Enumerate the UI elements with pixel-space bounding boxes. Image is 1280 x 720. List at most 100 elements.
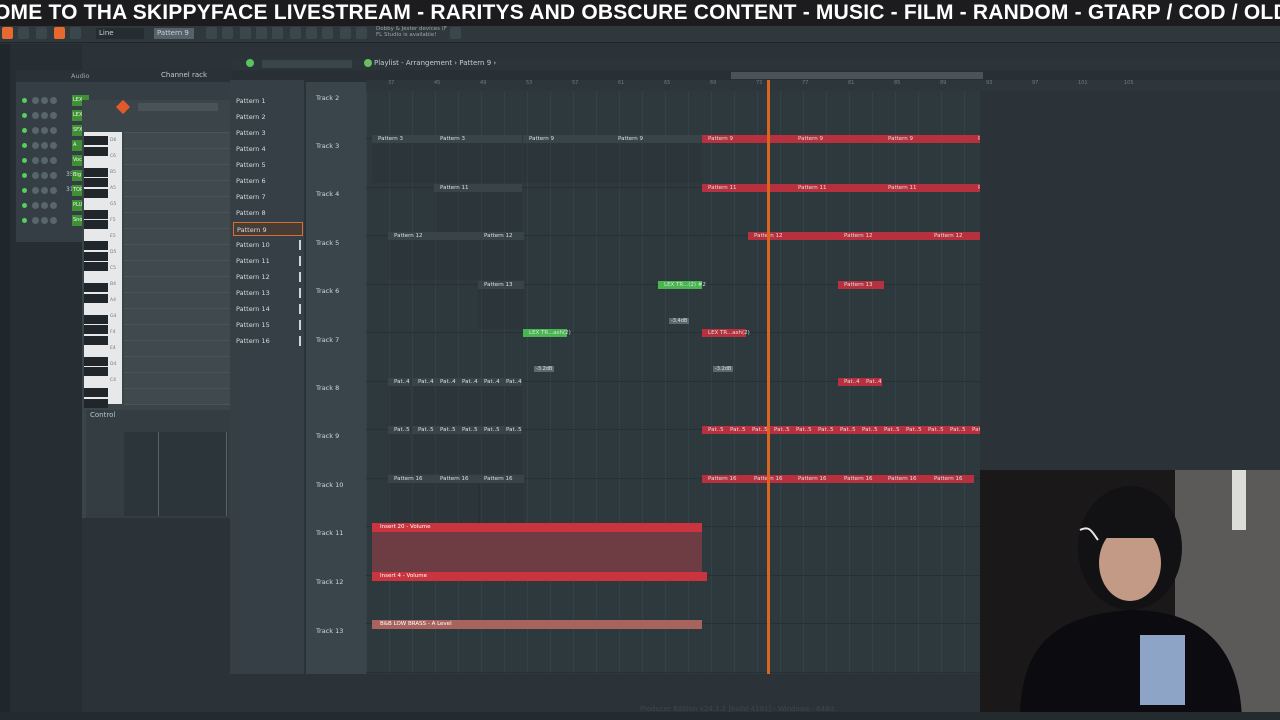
playhead[interactable]: [767, 80, 770, 674]
clip[interactable]: Pat..5: [812, 426, 834, 474]
black-key[interactable]: [84, 251, 108, 261]
clip[interactable]: Pattern 11: [792, 183, 882, 232]
globe-icon[interactable]: [450, 27, 461, 39]
black-key[interactable]: [84, 220, 108, 229]
black-key[interactable]: [84, 262, 108, 271]
channel-led-icon[interactable]: [22, 143, 27, 148]
channel-knob-icon[interactable]: [32, 157, 39, 164]
clip[interactable]: Pattern 9: [792, 135, 882, 183]
channel-led-icon[interactable]: [22, 173, 27, 178]
black-key[interactable]: [84, 325, 108, 334]
draw-tool-icon[interactable]: [54, 27, 65, 39]
channel-knob-icon[interactable]: [41, 217, 48, 224]
channel-knob-icon[interactable]: [41, 112, 48, 119]
mic-icon[interactable]: [356, 27, 367, 39]
pattern-item[interactable]: Pattern 13: [233, 286, 303, 300]
track-name[interactable]: Track 8: [316, 384, 339, 392]
clip[interactable]: Pattern 3: [434, 135, 522, 183]
black-key[interactable]: [84, 335, 108, 345]
channel-led-icon[interactable]: [22, 128, 27, 133]
clip[interactable]: Pattern 16: [434, 474, 480, 523]
playlist-icon[interactable]: [206, 27, 217, 39]
clip[interactable]: Pat..5: [834, 426, 856, 474]
clip[interactable]: Pattern 16: [882, 474, 928, 523]
clip[interactable]: Pat..5: [900, 426, 922, 474]
menu-icon[interactable]: [2, 27, 13, 39]
clip[interactable]: Pat..4: [456, 377, 478, 426]
playlist-led-icon[interactable]: [246, 59, 254, 67]
channel-knob-icon[interactable]: [41, 172, 48, 179]
clip[interactable]: Pat..5: [922, 426, 944, 474]
piano-roll-tools[interactable]: [138, 103, 218, 111]
clip[interactable]: Pat..5: [456, 426, 478, 474]
clip[interactable]: Pat..4: [434, 377, 456, 426]
clip[interactable]: Pat..5: [790, 426, 812, 474]
clip[interactable]: Pattern 11: [882, 183, 972, 232]
channel-led-icon[interactable]: [22, 203, 27, 208]
pattern-item[interactable]: Pattern 1: [233, 94, 303, 108]
channel-led-icon[interactable]: [22, 98, 27, 103]
clip[interactable]: Pattern 12: [748, 232, 838, 280]
pattern-item[interactable]: Pattern 2: [233, 110, 303, 124]
tempo-icon[interactable]: [322, 27, 333, 39]
channel-knob-icon[interactable]: [50, 217, 57, 224]
clip[interactable]: Pat..5: [878, 426, 900, 474]
channel-knob-icon[interactable]: [32, 172, 39, 179]
channel-knob-icon[interactable]: [32, 187, 39, 194]
black-key[interactable]: [84, 209, 108, 219]
automation-clip[interactable]: Insert 4 - Volume: [372, 571, 707, 581]
playlist-lanes[interactable]: Pattern 3 Pattern 3 Pattern 9 Pattern 9 Patt…: [366, 91, 980, 674]
clip[interactable]: Pattern 16: [702, 474, 748, 523]
channel-knob-icon[interactable]: [50, 127, 57, 134]
black-key[interactable]: [84, 167, 108, 177]
clip[interactable]: Pat..4: [388, 377, 410, 426]
clip[interactable]: Pat..4: [500, 377, 522, 426]
pattern-item[interactable]: Pattern 7: [233, 190, 303, 204]
channel-knob-icon[interactable]: [50, 172, 57, 179]
black-key[interactable]: [84, 398, 108, 408]
automation-clip[interactable]: B&B LOW BRASS - A Level: [372, 620, 702, 629]
clip[interactable]: Pat..5: [500, 426, 522, 474]
black-key[interactable]: [84, 241, 108, 250]
clip[interactable]: Pattern 9: [612, 135, 702, 183]
clip[interactable]: Pattern 16: [928, 474, 974, 523]
clip[interactable]: Pat..4: [838, 377, 860, 426]
note-grid[interactable]: [124, 132, 230, 405]
clip[interactable]: Pattern 13: [838, 280, 884, 329]
piano-roll-icon[interactable]: [256, 27, 267, 39]
automation-clip[interactable]: Insert 20 - Volume: [372, 523, 702, 532]
clip[interactable]: Pattern 12: [838, 232, 928, 280]
track-name[interactable]: Track 11: [316, 529, 343, 537]
channel-knob-icon[interactable]: [32, 217, 39, 224]
track-name[interactable]: Track 10: [316, 481, 343, 489]
pattern-item[interactable]: Pattern 6: [233, 174, 303, 188]
clip[interactable]: Pat..5: [966, 426, 980, 474]
pattern-item[interactable]: Pattern 11: [233, 254, 303, 268]
clip[interactable]: Pattern 16: [792, 474, 838, 523]
cpu-icon[interactable]: [306, 27, 317, 39]
playlist-tools[interactable]: [262, 60, 352, 68]
track-name[interactable]: Track 2: [316, 94, 339, 102]
clip[interactable]: Pattern 16: [748, 474, 794, 523]
tool-select[interactable]: Line: [96, 28, 144, 39]
track-name[interactable]: Track 4: [316, 190, 339, 198]
channel-knob-icon[interactable]: [41, 127, 48, 134]
channel-knob-icon[interactable]: [41, 202, 48, 209]
control-label[interactable]: Control: [90, 411, 115, 419]
channel-knob-icon[interactable]: [50, 202, 57, 209]
paint-tool-icon[interactable]: [70, 27, 81, 39]
clip[interactable]: Pattern 9: [523, 135, 612, 183]
clip[interactable]: Pat..5: [434, 426, 456, 474]
clip[interactable]: Pattern 11: [434, 183, 522, 232]
black-key[interactable]: [84, 283, 108, 292]
track-name[interactable]: Track 13: [316, 627, 343, 635]
channel-knob-icon[interactable]: [41, 187, 48, 194]
magnet-icon[interactable]: [36, 27, 47, 39]
clip[interactable]: Pattern 13: [478, 280, 524, 329]
pattern-item[interactable]: Pattern 16: [233, 334, 303, 348]
record-icon[interactable]: [340, 27, 351, 39]
clip[interactable]: Pat..4: [860, 377, 882, 426]
channel-knob-icon[interactable]: [32, 97, 39, 104]
channel-led-icon[interactable]: [22, 158, 27, 163]
clip[interactable]: Pattern 12: [388, 232, 478, 280]
